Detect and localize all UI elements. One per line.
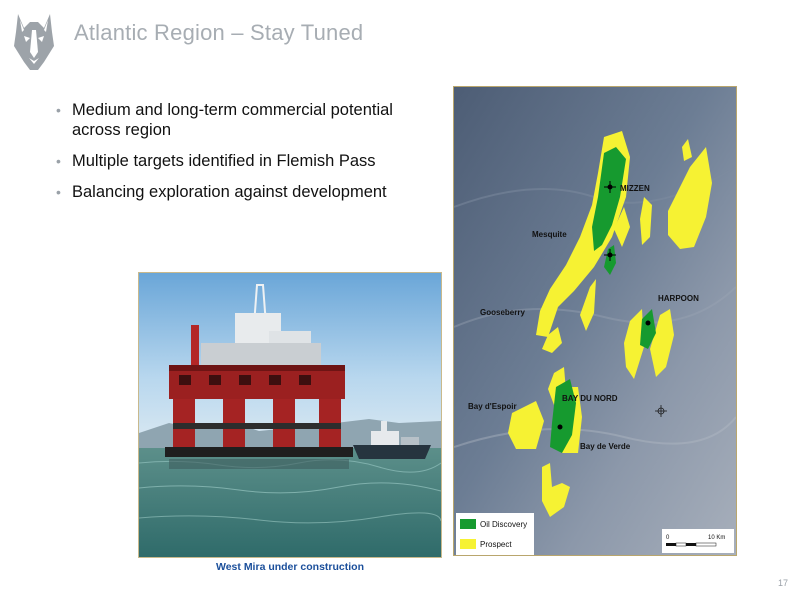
scale-bar xyxy=(662,529,734,553)
bullet-text: Medium and long-term commercial potentia… xyxy=(72,101,393,139)
bullet-item: • Balancing exploration against developme… xyxy=(56,182,436,202)
map-label-gooseberry: Gooseberry xyxy=(480,308,525,317)
bullet-text: Multiple targets identified in Flemish P… xyxy=(72,152,376,170)
prospects-map: MIZZEN Mesquite Gooseberry HARPOON BAY D… xyxy=(453,86,737,556)
husky-logo-icon xyxy=(14,14,54,70)
legend-oil-swatch xyxy=(460,519,476,529)
photo-caption: West Mira under construction xyxy=(216,561,364,573)
bullet-dot-icon: • xyxy=(56,184,61,200)
bullet-item: • Multiple targets identified in Flemish … xyxy=(56,151,436,171)
slide-title: Atlantic Region – Stay Tuned xyxy=(74,20,364,45)
drilling-rig-image xyxy=(139,273,441,557)
page-number: 17 xyxy=(777,578,788,588)
bullet-dot-icon: • xyxy=(56,102,61,118)
bullet-list: • Medium and long-term commercial potenti… xyxy=(56,100,436,213)
map-label-harpoon: HARPOON xyxy=(658,294,699,303)
legend-prospect: Prospect xyxy=(480,540,512,549)
map-label-mizzen: MIZZEN xyxy=(620,184,650,193)
bullet-item: • Medium and long-term commercial potenti… xyxy=(56,100,436,140)
map-label-bay-du-nord: BAY DU NORD xyxy=(562,394,618,403)
map-label-bay-despoir: Bay d'Espoir xyxy=(468,402,517,411)
bullet-dot-icon: • xyxy=(56,153,61,169)
legend-oil-discovery: Oil Discovery xyxy=(480,520,527,529)
map-label-mesquite: Mesquite xyxy=(532,230,567,239)
flemish-pass-map: MIZZEN Mesquite Gooseberry HARPOON BAY D… xyxy=(454,87,736,555)
map-label-bay-de-verde: Bay de Verde xyxy=(580,442,631,451)
legend-prospect-swatch xyxy=(460,539,476,549)
scale-end: 10 Km xyxy=(708,535,725,541)
platform-photo xyxy=(138,272,442,558)
bullet-text: Balancing exploration against developmen… xyxy=(72,183,387,201)
